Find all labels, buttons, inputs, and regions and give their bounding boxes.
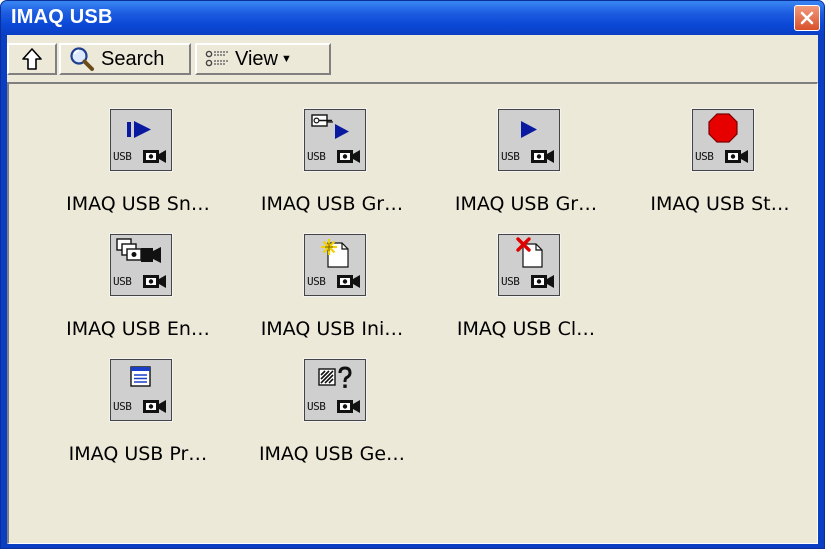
palette-item-init[interactable]: USB IMAQ USB Ini… [234, 233, 430, 354]
close-button[interactable] [794, 5, 820, 31]
search-icon [70, 47, 94, 71]
palette-item-property-page[interactable]: USB IMAQ USB Pr… [40, 358, 236, 479]
palette-item-grab-acquire[interactable]: USB IMAQ USB Gr… [428, 108, 624, 229]
camera-icon [337, 150, 360, 163]
palette-item-snap[interactable]: USB IMAQ USB Sn… [40, 108, 236, 229]
palette-item-label: IMAQ USB Gr… [454, 193, 598, 215]
title-bar[interactable]: IMAQ USB [1, 1, 824, 35]
palette-item-get-info[interactable]: USB IMAQ USB Ge… [234, 358, 430, 479]
vi-icon: USB [303, 358, 367, 422]
camera-icon [143, 400, 166, 413]
close-x-icon [516, 237, 543, 268]
usb-caption: USB [113, 400, 132, 413]
palette-content: USB IMAQ USB Sn… USB IMAQ USB Gr… USB IM… [7, 82, 818, 544]
window-title: IMAQ USB [11, 6, 113, 28]
grab-setup-icon [311, 114, 349, 139]
search-button-label: Search [101, 47, 165, 70]
camera-icon [531, 275, 554, 288]
chevron-down-icon: ▼ [281, 53, 292, 65]
close-icon [800, 11, 814, 25]
snap-arrow-icon [127, 121, 151, 138]
enumerate-cameras-icon [116, 238, 161, 263]
stop-sign-icon [708, 113, 738, 143]
view-list-icon [205, 50, 229, 67]
vi-icon: USB [109, 358, 173, 422]
palette-item-label: IMAQ USB Pr… [68, 443, 208, 465]
palette-item-label: IMAQ USB Ge… [258, 443, 406, 465]
window-client: Search View ▼ USB IMAQ USB Sn… USB IMAQ … [7, 35, 818, 544]
vi-icon: USB [303, 233, 367, 297]
get-info-icon [318, 366, 352, 388]
palette-item-grab-setup[interactable]: USB IMAQ USB Gr… [234, 108, 430, 229]
camera-icon [337, 275, 360, 288]
camera-icon [143, 275, 166, 288]
usb-caption: USB [307, 150, 326, 163]
vi-icon: USB [497, 233, 561, 297]
usb-caption: USB [695, 150, 714, 163]
usb-caption: USB [501, 150, 520, 163]
property-page-icon [130, 366, 151, 387]
vi-icon: USB [109, 108, 173, 172]
usb-caption: USB [113, 275, 132, 288]
vi-icon: USB [109, 233, 173, 297]
view-button-label: View [235, 47, 278, 70]
palette-item-label: IMAQ USB Gr… [260, 193, 404, 215]
palette-item-label: IMAQ USB St… [650, 193, 790, 215]
arrow-up-icon [22, 48, 42, 70]
camera-icon [531, 150, 554, 163]
palette-item-label: IMAQ USB Cl… [456, 318, 596, 340]
vi-icon: USB [497, 108, 561, 172]
palette-item-label: IMAQ USB Ini… [260, 318, 404, 340]
camera-icon [337, 400, 360, 413]
up-button[interactable] [7, 43, 57, 75]
palette-item-enumerate[interactable]: USB IMAQ USB En… [40, 233, 236, 354]
usb-caption: USB [501, 275, 520, 288]
grab-acquire-icon [521, 121, 537, 138]
camera-icon [725, 150, 748, 163]
usb-caption: USB [113, 150, 132, 163]
palette-item-label: IMAQ USB Sn… [66, 193, 210, 215]
vi-icon: USB [303, 108, 367, 172]
search-button[interactable]: Search [59, 43, 191, 75]
palette-item-label: IMAQ USB En… [66, 318, 210, 340]
init-new-icon [321, 239, 349, 268]
palette-item-stop[interactable]: USB IMAQ USB St… [622, 108, 818, 229]
view-menu-button[interactable]: View ▼ [195, 43, 331, 75]
camera-icon [143, 150, 166, 163]
palette-item-close[interactable]: USB IMAQ USB Cl… [428, 233, 624, 354]
palette-window: IMAQ USB Search View ▼ USB IMAQ USB Sn… … [0, 0, 825, 549]
toolbar: Search View ▼ [7, 35, 818, 81]
usb-caption: USB [307, 275, 326, 288]
vi-icon: USB [691, 108, 755, 172]
usb-caption: USB [307, 400, 326, 413]
